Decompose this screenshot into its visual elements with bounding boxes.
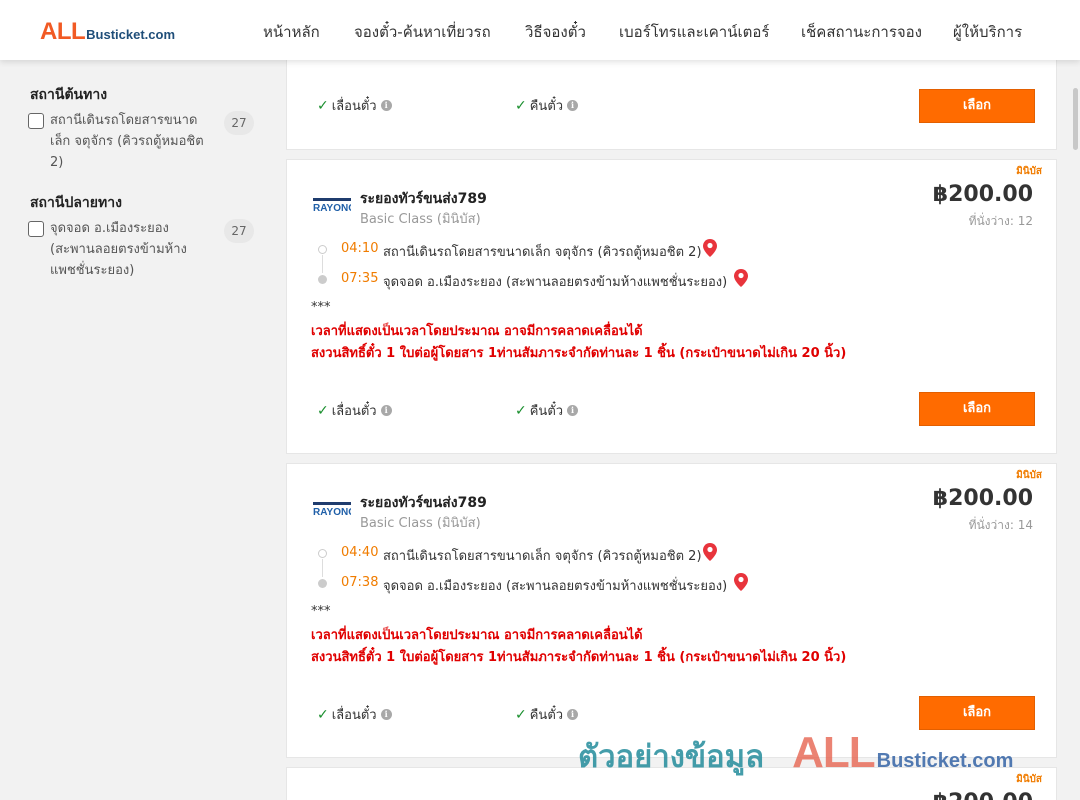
refund-ticket-feature: ✓ คืนตั๋ว i: [515, 704, 579, 725]
nav-operators[interactable]: ผู้ให้บริการ: [953, 20, 1022, 44]
refund-ticket-label: คืนตั๋ว: [529, 708, 564, 723]
logo-all-text: ALL: [40, 18, 86, 45]
destination-station-label[interactable]: จุดจอด อ.เมืองระยอง (สะพานลอยตรงข้ามห้าง…: [50, 218, 215, 281]
svg-text:RAYONG: RAYONG: [313, 203, 351, 212]
site-header: ALL Busticket.com หน้าหลัก จองตั๋ว-ค้นหา…: [0, 0, 1080, 60]
ticket-price: ฿200.00: [933, 790, 1033, 800]
arrival-station: จุดจอด อ.เมืองระยอง (สะพานลอยตรงข้ามห้าง…: [383, 275, 728, 290]
remark-stars: ***: [311, 300, 331, 315]
operator-logo: RAYONG: [313, 502, 351, 516]
ticket-price: ฿200.00: [932, 486, 1033, 511]
departure-dot: [318, 549, 327, 558]
info-icon[interactable]: i: [380, 100, 392, 111]
minibus-badge: มินิบัส: [1016, 166, 1042, 177]
arrival-time: 07:38: [341, 575, 379, 590]
departure-time: 04:40: [341, 545, 379, 560]
svg-text:RAYONG: RAYONG: [313, 507, 351, 516]
operator-name: ระยองทัวร์ขนส่ง789: [360, 495, 487, 511]
change-ticket-feature: ✓ เลื่อนตั๋ว i: [317, 704, 392, 725]
site-logo[interactable]: ALL Busticket.com: [40, 18, 175, 46]
check-icon: ✓: [515, 97, 527, 114]
remark-luggage-notice: สงวนสิทธิ์ตั๋ว 1 ใบต่อผู้โดยสาร 1ท่านสัม…: [311, 346, 847, 361]
remark-stars: ***: [311, 604, 331, 619]
logo-busticket-text: Busticket.com: [86, 27, 176, 42]
remark-luggage-notice: สงวนสิทธิ์ตั๋ว 1 ใบต่อผู้โดยสาร 1ท่านสัม…: [311, 650, 847, 665]
nav-book-search[interactable]: จองตั๋ว-ค้นหาเที่ยวรถ: [354, 20, 491, 44]
scrollbar-thumb[interactable]: [1073, 88, 1078, 150]
refund-ticket-label: คืนตั๋ว: [529, 99, 564, 114]
map-pin-icon[interactable]: [703, 239, 717, 257]
trip-card: มินิบัส ฿200.00: [286, 767, 1057, 800]
arrival-station: จุดจอด อ.เมืองระยอง (สะพานลอยตรงข้ามห้าง…: [383, 579, 728, 594]
operator-logo: RAYONG: [313, 198, 351, 212]
select-trip-button[interactable]: เลือก: [919, 696, 1035, 730]
map-pin-icon[interactable]: [703, 543, 717, 561]
info-icon[interactable]: i: [567, 709, 579, 720]
destination-station-count: 27: [224, 219, 254, 243]
refund-ticket-feature: ✓ คืนตั๋ว i: [515, 95, 579, 116]
available-seats: ที่นั่งว่าง: 12: [968, 214, 1033, 228]
minibus-badge: มินิบัส: [1016, 470, 1042, 481]
trip-card: มินิบัส RAYONG ระยองทัวร์ขนส่ง789 Basic …: [286, 463, 1057, 758]
destination-station-checkbox[interactable]: [28, 221, 44, 237]
origin-station-count: 27: [224, 111, 254, 135]
refund-ticket-feature: ✓ คืนตั๋ว i: [515, 400, 579, 421]
change-ticket-label: เลื่อนตั๋ว: [331, 99, 377, 114]
select-trip-button[interactable]: เลือก: [919, 89, 1035, 123]
remark-time-notice: เวลาที่แสดงเป็นเวลาโดยประมาณ อาจมีการคลา…: [311, 628, 643, 643]
departure-station: สถานีเดินรถโดยสารขนาดเล็ก จตุจักร (คิวรถ…: [383, 245, 702, 260]
origin-station-checkbox[interactable]: [28, 113, 44, 129]
info-icon[interactable]: i: [380, 709, 392, 720]
check-icon: ✓: [515, 706, 527, 723]
departure-station: สถานีเดินรถโดยสารขนาดเล็ก จตุจักร (คิวรถ…: [383, 549, 702, 564]
available-seats: ที่นั่งว่าง: 14: [968, 518, 1033, 532]
select-trip-button[interactable]: เลือก: [919, 392, 1035, 426]
change-ticket-feature: ✓ เลื่อนตั๋ว i: [317, 95, 392, 116]
route-line: [322, 559, 323, 577]
change-ticket-label: เลื่อนตั๋ว: [331, 708, 377, 723]
departure-dot: [318, 245, 327, 254]
minibus-badge: มินิบัส: [1016, 774, 1042, 785]
operator-name: ระยองทัวร์ขนส่ง789: [360, 191, 487, 207]
ticket-price: ฿200.00: [932, 182, 1033, 207]
departure-time: 04:10: [341, 241, 379, 256]
nav-phone-counter[interactable]: เบอร์โทรและเคาน์เตอร์: [619, 20, 769, 44]
destination-filter-title: สถานีปลายทาง: [30, 195, 122, 211]
map-pin-icon[interactable]: [734, 269, 748, 287]
arrival-dot: [318, 275, 327, 284]
change-ticket-feature: ✓ เลื่อนตั๋ว i: [317, 400, 392, 421]
origin-station-label[interactable]: สถานีเดินรถโดยสารขนาดเล็ก จตุจักร (คิวรถ…: [50, 110, 215, 173]
map-pin-icon[interactable]: [734, 573, 748, 591]
arrival-time: 07:35: [341, 271, 379, 286]
check-icon: ✓: [317, 706, 329, 723]
info-icon[interactable]: i: [567, 405, 579, 416]
trip-card: ✓ เลื่อนตั๋ว i ✓ คืนตั๋ว i เลือก: [286, 48, 1057, 150]
remark-time-notice: เวลาที่แสดงเป็นเวลาโดยประมาณ อาจมีการคลา…: [311, 324, 643, 339]
arrival-dot: [318, 579, 327, 588]
check-icon: ✓: [515, 402, 527, 419]
refund-ticket-label: คืนตั๋ว: [529, 404, 564, 419]
route-line: [322, 255, 323, 273]
nav-check-status[interactable]: เช็คสถานะการจอง: [801, 20, 922, 44]
info-icon[interactable]: i: [567, 100, 579, 111]
change-ticket-label: เลื่อนตั๋ว: [331, 404, 377, 419]
trip-card: มินิบัส RAYONG ระยองทัวร์ขนส่ง789 Basic …: [286, 159, 1057, 454]
info-icon[interactable]: i: [380, 405, 392, 416]
nav-home[interactable]: หน้าหลัก: [263, 20, 320, 44]
check-icon: ✓: [317, 97, 329, 114]
origin-filter-title: สถานีต้นทาง: [30, 87, 108, 103]
nav-how-to-book[interactable]: วิธีจองตั๋ว: [525, 20, 586, 44]
bus-class: Basic Class (มินิบัส): [360, 516, 481, 531]
check-icon: ✓: [317, 402, 329, 419]
page-scrollbar[interactable]: [1071, 60, 1080, 800]
bus-class: Basic Class (มินิบัส): [360, 212, 481, 227]
